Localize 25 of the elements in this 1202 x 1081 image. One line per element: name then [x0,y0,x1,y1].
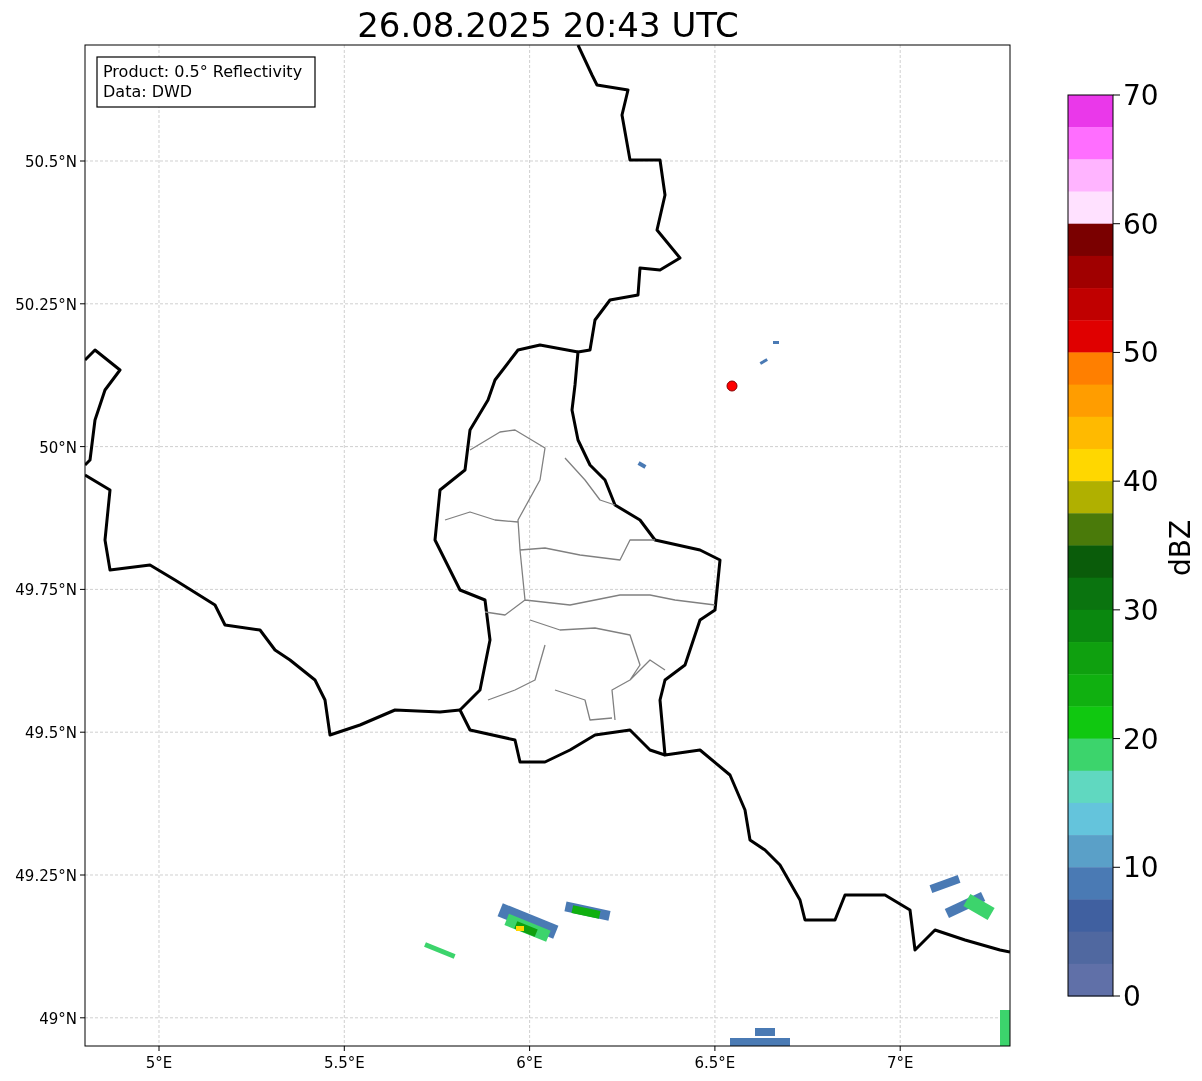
colorbar-tick-label: 50 [1123,336,1159,370]
axis-tick-label: 5°E [145,1054,173,1072]
axis-tick-label: 7°E [886,1054,914,1072]
axis-tick-label: 50.5°N [24,153,77,171]
axis-tick-label: 49.25°N [15,867,77,885]
info-text: Product: 0.5° Reflectivity [103,62,303,81]
axis-tick-label: 49.5°N [24,724,77,743]
info-text: Data: DWD [103,82,193,101]
colorbar-tick-label: 40 [1123,465,1159,499]
axis-tick-label: 6.5°E [694,1054,736,1072]
axis-tick-label: 5.5°E [323,1054,365,1072]
colorbar-tick-label: 20 [1123,722,1159,756]
axis-tick-label: 49°N [39,1009,77,1028]
axis-tick-label: 6°E [516,1054,543,1072]
location-marker [726,380,738,392]
axis-tick-label: 50.25°N [15,295,77,314]
colorbar-tick-label: 10 [1123,851,1159,885]
colorbar-tick-label: 70 [1123,79,1159,112]
colorbar-tick-label: 60 [1123,207,1159,241]
chart-title: 26.08.2025 20:43 UTC [357,5,739,45]
colorbar-tick-label: 30 [1123,593,1159,627]
axis-tick-label: 49.75°N [15,581,77,600]
colorbar-tick-label: 0 [1123,980,1141,1013]
colorbar-label: dBZ [1164,519,1197,577]
axis-tick-label: 50°N [39,438,77,457]
